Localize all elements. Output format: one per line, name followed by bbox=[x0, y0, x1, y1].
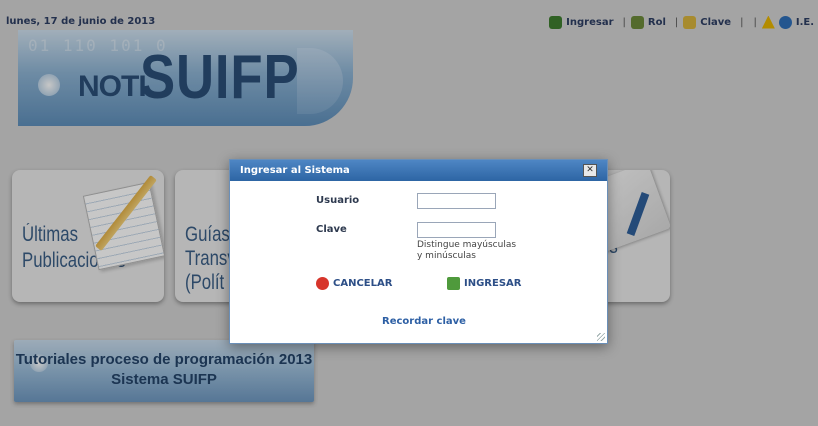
clave-label: Clave bbox=[316, 224, 347, 235]
clave-hint-line2: y minúsculas bbox=[417, 251, 476, 261]
dialog-title: Ingresar al Sistema bbox=[240, 165, 350, 176]
login-icon bbox=[447, 277, 460, 290]
usuario-label: Usuario bbox=[316, 195, 360, 206]
login-button-label: INGRESAR bbox=[464, 278, 522, 289]
remember-password-link[interactable]: Recordar clave bbox=[382, 316, 466, 327]
resize-grip[interactable] bbox=[597, 333, 605, 341]
clave-input[interactable] bbox=[417, 222, 496, 238]
cancel-button-label: CANCELAR bbox=[333, 278, 393, 289]
login-button[interactable]: INGRESAR bbox=[447, 277, 521, 290]
login-dialog: Ingresar al Sistema ✕ Usuario Clave Dist… bbox=[229, 159, 608, 344]
close-icon[interactable]: ✕ bbox=[583, 164, 597, 177]
usuario-input[interactable] bbox=[417, 193, 496, 209]
dialog-title-bar[interactable]: Ingresar al Sistema ✕ bbox=[230, 160, 607, 181]
cancel-icon bbox=[316, 277, 329, 290]
cancel-button[interactable]: CANCELAR bbox=[316, 277, 392, 290]
clave-hint-line1: Distingue mayúsculas bbox=[417, 240, 517, 250]
